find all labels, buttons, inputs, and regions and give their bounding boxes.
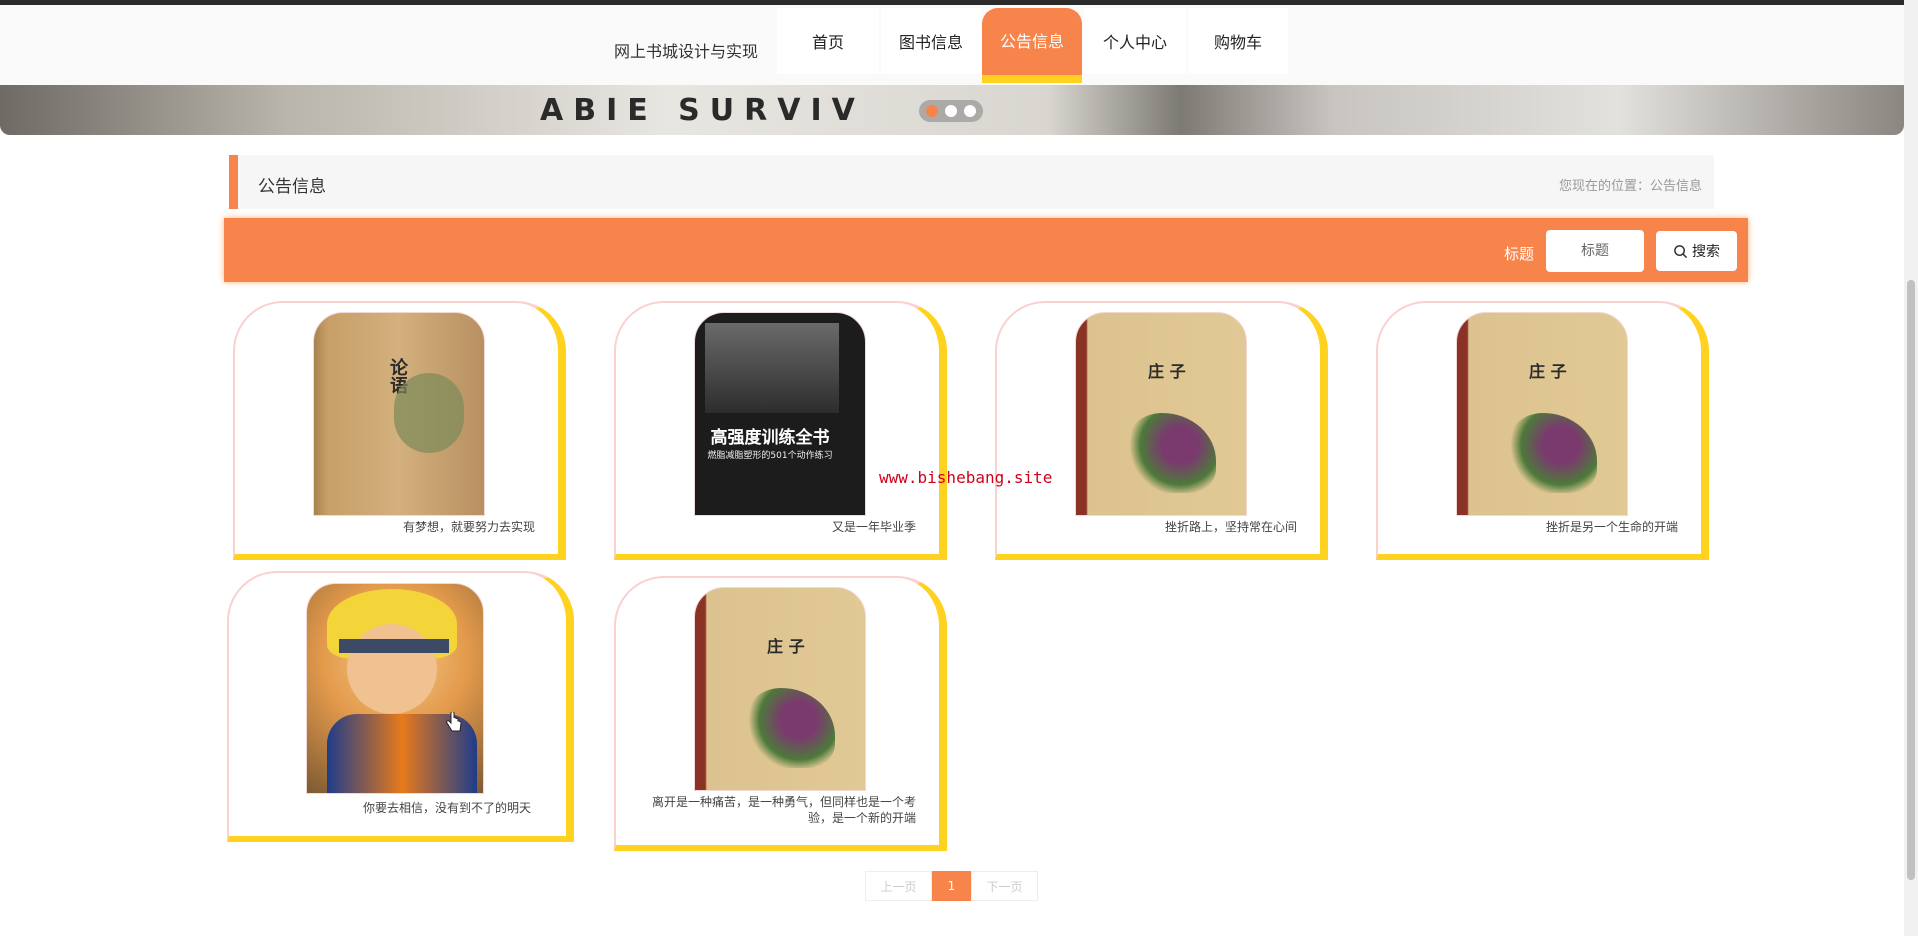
cover-photo: [705, 323, 839, 413]
nav-item-label: 图书信息: [898, 33, 963, 52]
cover-title: 庄 子: [767, 637, 805, 656]
announcement-card[interactable]: 高强度训练全书 燃脂减脂塑形的501个动作练习 又是一年毕业季: [614, 301, 947, 560]
section-title: 公告信息: [258, 177, 326, 197]
search-icon: [1674, 244, 1688, 258]
announcement-card[interactable]: 庄 子 挫折是另一个生命的开端: [1376, 301, 1709, 560]
nav-item-label: 购物车: [1213, 33, 1262, 52]
carousel-dot[interactable]: [963, 105, 976, 117]
search-input[interactable]: [1546, 230, 1644, 272]
nav-item-label: 个人中心: [1102, 33, 1167, 52]
announcement-title: 挫折是另一个生命的开端: [1545, 520, 1678, 534]
cover-title: 庄 子: [1529, 362, 1567, 381]
announcement-title: 又是一年毕业季: [831, 520, 916, 534]
announcement-cover: 庄 子: [1075, 312, 1247, 516]
announcement-cover: [306, 583, 484, 794]
nav-item-home[interactable]: 首页: [777, 8, 879, 74]
section-header: 公告信息 您现在的位置：公告信息: [229, 155, 1714, 209]
nav-item-announcements[interactable]: 公告信息: [982, 8, 1082, 83]
site-title: 网上书城设计与实现: [614, 42, 759, 61]
announcement-cover: 论语: [313, 312, 485, 516]
announcement-card[interactable]: 你要去相信，没有到不了的明天: [227, 571, 574, 842]
nav-item-cart[interactable]: 购物车: [1188, 8, 1288, 74]
announcement-title: 离开是一种痛苦，是一种勇气，但同样也是一个考验，是一个新的开端: [651, 795, 916, 825]
hand-cursor-icon: [446, 712, 462, 732]
cover-illustration: [745, 688, 835, 768]
search-button[interactable]: 搜索: [1656, 231, 1737, 271]
pagination-page[interactable]: 1: [932, 871, 971, 901]
announcement-cover: 庄 子: [694, 587, 866, 791]
announcement-card[interactable]: 庄 子 离开是一种痛苦，是一种勇气，但同样也是一个考验，是一个新的开端: [614, 576, 947, 851]
carousel-dot[interactable]: [944, 105, 957, 117]
pagination-next[interactable]: 下一页: [971, 871, 1038, 901]
scrollbar[interactable]: [1904, 0, 1918, 936]
cover-illustration: [1126, 413, 1216, 493]
character-headband: [339, 639, 449, 653]
announcement-cover: 庄 子: [1456, 312, 1628, 516]
nav-item-profile[interactable]: 个人中心: [1084, 8, 1186, 74]
announcement-card[interactable]: 论语 有梦想，就要努力去实现: [233, 301, 566, 560]
nav-item-books[interactable]: 图书信息: [881, 8, 981, 74]
announcement-card[interactable]: 庄 子 挫折路上，坚持常在心间: [995, 301, 1328, 560]
watermark-text: www.bishebang.site: [879, 468, 1053, 487]
cover-subtitle: 燃脂减脂塑形的501个动作练习: [707, 451, 833, 461]
announcement-cover: 高强度训练全书 燃脂减脂塑形的501个动作练习: [694, 312, 866, 516]
cover-title: 高强度训练全书: [710, 428, 830, 448]
pagination-prev[interactable]: 上一页: [865, 871, 932, 901]
search-label: 标题: [1504, 245, 1535, 263]
cover-illustration: [394, 373, 464, 453]
cover-title: 庄 子: [1148, 362, 1186, 381]
scrollbar-thumb[interactable]: [1907, 280, 1915, 880]
breadcrumb: 您现在的位置：公告信息: [1558, 179, 1702, 194]
character-face: [347, 624, 437, 714]
search-button-label: 搜索: [1692, 244, 1720, 260]
pagination: 上一页 1 下一页: [865, 871, 1038, 901]
carousel-indicators: [919, 100, 983, 122]
announcement-title: 有梦想，就要努力去实现: [402, 520, 535, 534]
nav-item-label: 首页: [811, 33, 844, 52]
announcement-title: 挫折路上，坚持常在心间: [1164, 520, 1297, 534]
cover-illustration: [1507, 413, 1597, 493]
carousel-dot[interactable]: [926, 105, 939, 117]
top-navigation: 网上书城设计与实现 首页 图书信息 公告信息 个人中心 购物车: [0, 5, 1904, 85]
announcement-title: 你要去相信，没有到不了的明天: [362, 801, 531, 815]
banner-image-text: ABIE SURVIV: [540, 93, 865, 128]
nav-item-label: 公告信息: [999, 32, 1064, 51]
